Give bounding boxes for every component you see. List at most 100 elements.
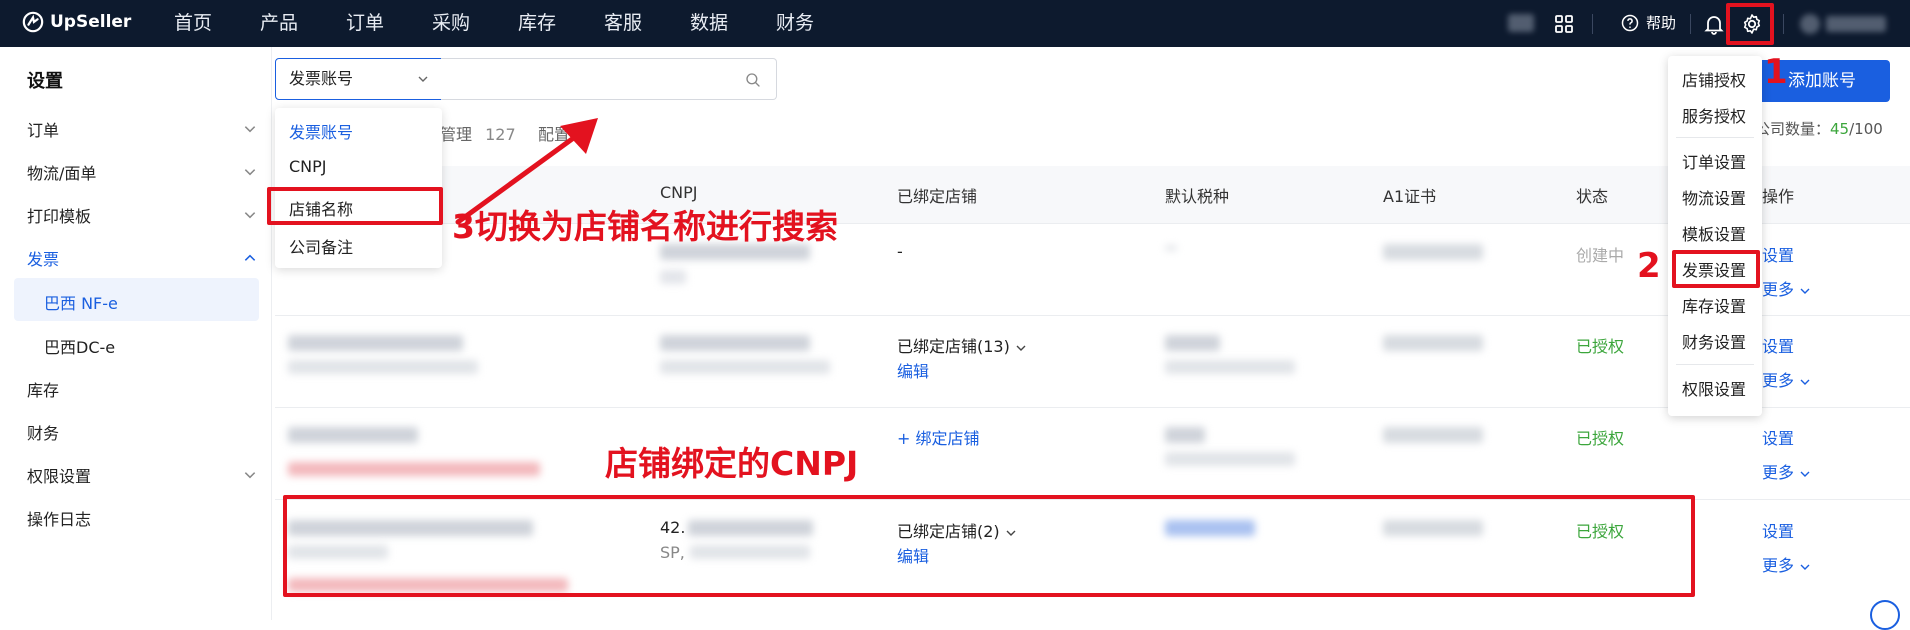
search-input[interactable] bbox=[441, 58, 777, 100]
settings-link[interactable]: 设置 bbox=[1762, 242, 1794, 266]
menu-item-finance-settings[interactable]: 财务设置 bbox=[1682, 329, 1746, 353]
help-button[interactable]: 帮助 bbox=[1620, 12, 1676, 33]
annotation-box-row bbox=[283, 495, 1695, 597]
user-avatar[interactable] bbox=[1800, 14, 1820, 34]
chat-bubble-icon[interactable] bbox=[1870, 600, 1900, 630]
blurred-cnpj-sub bbox=[660, 270, 686, 284]
blurred-tax bbox=[1165, 246, 1177, 250]
sidebar-item-label: 巴西 NF-e bbox=[44, 294, 118, 313]
blurred-warning-text bbox=[288, 462, 540, 476]
nav-customer-service[interactable]: 客服 bbox=[580, 0, 666, 47]
nav-purchase[interactable]: 采购 bbox=[408, 0, 494, 47]
sidebar-item-finance[interactable]: 财务 bbox=[27, 420, 257, 444]
settings-sidebar: 设置 订单 物流/面单 打印模板 发票 巴西 NF-e 巴西DC-e 库存 财务… bbox=[0, 47, 270, 620]
nav-data[interactable]: 数据 bbox=[666, 0, 752, 47]
sidebar-item-label: 财务 bbox=[27, 424, 60, 443]
more-dropdown[interactable]: 更多 bbox=[1762, 367, 1811, 391]
bound-shops-cell: - bbox=[897, 242, 903, 261]
sidebar-item-operation-log[interactable]: 操作日志 bbox=[27, 506, 257, 530]
more-dropdown[interactable]: 更多 bbox=[1762, 276, 1811, 300]
chevron-down-icon bbox=[418, 76, 428, 82]
settings-link[interactable]: 设置 bbox=[1762, 518, 1794, 542]
nav-products[interactable]: 产品 bbox=[236, 0, 322, 47]
nav-finance[interactable]: 财务 bbox=[752, 0, 838, 47]
upseller-logo[interactable]: UpSeller bbox=[22, 11, 131, 33]
status-badge: 创建中 bbox=[1576, 246, 1625, 265]
blurred-company-name bbox=[288, 335, 463, 351]
edit-link[interactable]: 编辑 bbox=[897, 358, 929, 382]
search-icon[interactable] bbox=[744, 71, 762, 89]
sidebar-item-label: 操作日志 bbox=[27, 510, 92, 529]
more-dropdown[interactable]: 更多 bbox=[1762, 552, 1811, 576]
sidebar-item-print-templates[interactable]: 打印模板 bbox=[27, 203, 257, 227]
sidebar-item-brazil-nfe[interactable]: 巴西 NF-e bbox=[44, 290, 244, 314]
more-label: 更多 bbox=[1762, 371, 1795, 390]
logo-text: UpSeller bbox=[50, 12, 132, 32]
status-badge: 已授权 bbox=[1576, 429, 1625, 448]
nav-inventory[interactable]: 库存 bbox=[494, 0, 580, 47]
sidebar-item-logistics[interactable]: 物流/面单 bbox=[27, 160, 257, 184]
menu-divider bbox=[1676, 137, 1754, 138]
option-invoice-account[interactable]: 发票账号 bbox=[289, 119, 353, 143]
sidebar-item-orders[interactable]: 订单 bbox=[27, 117, 257, 141]
column-header-default-tax: 默认税种 bbox=[1165, 187, 1230, 206]
menu-item-template-settings[interactable]: 模板设置 bbox=[1682, 221, 1746, 245]
column-header-status: 状态 bbox=[1576, 187, 1609, 206]
sidebar-item-permissions[interactable]: 权限设置 bbox=[27, 463, 257, 487]
sidebar-item-label: 巴西DC-e bbox=[44, 338, 116, 357]
more-dropdown[interactable]: 更多 bbox=[1762, 459, 1811, 483]
menu-item-inventory-settings[interactable]: 库存设置 bbox=[1682, 293, 1746, 317]
chevron-down-icon bbox=[244, 212, 256, 219]
menu-item-service-auth[interactable]: 服务授权 bbox=[1682, 103, 1746, 127]
chevron-down-icon bbox=[244, 126, 256, 133]
blurred-cnpj-sub bbox=[660, 360, 830, 374]
settings-link[interactable]: 设置 bbox=[1762, 333, 1794, 357]
menu-item-logistics-settings[interactable]: 物流设置 bbox=[1682, 185, 1746, 209]
blurred-tax-sub bbox=[1165, 452, 1295, 466]
bound-shops-dropdown[interactable]: 已绑定店铺(13) bbox=[897, 333, 1027, 357]
chevron-down-icon bbox=[244, 472, 256, 479]
nav-orders[interactable]: 订单 bbox=[322, 0, 408, 47]
sidebar-item-label: 物流/面单 bbox=[27, 164, 97, 183]
apps-grid-icon[interactable] bbox=[1552, 12, 1576, 36]
blurred-cert bbox=[1383, 244, 1483, 260]
question-circle-icon bbox=[1621, 14, 1639, 31]
menu-divider bbox=[1676, 364, 1754, 365]
bind-shop-link[interactable]: + 绑定店铺 bbox=[897, 425, 980, 449]
divider bbox=[1592, 14, 1593, 34]
option-cnpj[interactable]: CNPJ bbox=[289, 157, 327, 176]
settings-link[interactable]: 设置 bbox=[1762, 425, 1794, 449]
settings-dropdown-menu: 店铺授权 服务授权 订单设置 物流设置 模板设置 发票设置 库存设置 财务设置 … bbox=[1668, 56, 1762, 416]
divider bbox=[1783, 14, 1784, 34]
blurred-cert bbox=[1383, 335, 1483, 351]
column-header-actions: 操作 bbox=[1762, 187, 1795, 206]
row-divider bbox=[275, 407, 1910, 408]
option-company-note[interactable]: 公司备注 bbox=[289, 234, 353, 258]
more-label: 更多 bbox=[1762, 280, 1795, 299]
menu-item-permission-settings[interactable]: 权限设置 bbox=[1682, 376, 1746, 400]
annotation-cnpj-note: 店铺绑定的CNPJ bbox=[605, 444, 859, 483]
blurred-shop-name[interactable] bbox=[1508, 14, 1534, 32]
sidebar-divider bbox=[271, 47, 272, 620]
sidebar-item-inventory[interactable]: 库存 bbox=[27, 377, 257, 401]
search-field-select[interactable]: 发票账号 bbox=[275, 58, 442, 100]
nav-home[interactable]: 首页 bbox=[150, 0, 236, 47]
blurred-tax bbox=[1165, 427, 1205, 443]
blurred-company-note bbox=[288, 360, 478, 374]
row-divider bbox=[275, 315, 1910, 316]
blurred-username[interactable] bbox=[1826, 16, 1886, 32]
blurred-cnpj bbox=[660, 335, 810, 351]
menu-item-shop-auth[interactable]: 店铺授权 bbox=[1682, 67, 1746, 91]
blurred-tax-sub bbox=[1165, 360, 1295, 374]
sidebar-item-brazil-dce[interactable]: 巴西DC-e bbox=[44, 334, 244, 358]
bell-icon[interactable] bbox=[1702, 12, 1726, 36]
sidebar-item-invoice[interactable]: 发票 bbox=[27, 246, 257, 270]
annotation-box-shop-name bbox=[267, 187, 443, 225]
column-header-a1-cert: A1证书 bbox=[1383, 187, 1437, 206]
chevron-down-icon bbox=[1800, 379, 1810, 385]
more-label: 更多 bbox=[1762, 556, 1795, 575]
status-badge: 已授权 bbox=[1576, 337, 1625, 356]
chevron-down-icon bbox=[1800, 471, 1810, 477]
divider bbox=[1690, 14, 1691, 34]
menu-item-order-settings[interactable]: 订单设置 bbox=[1682, 149, 1746, 173]
